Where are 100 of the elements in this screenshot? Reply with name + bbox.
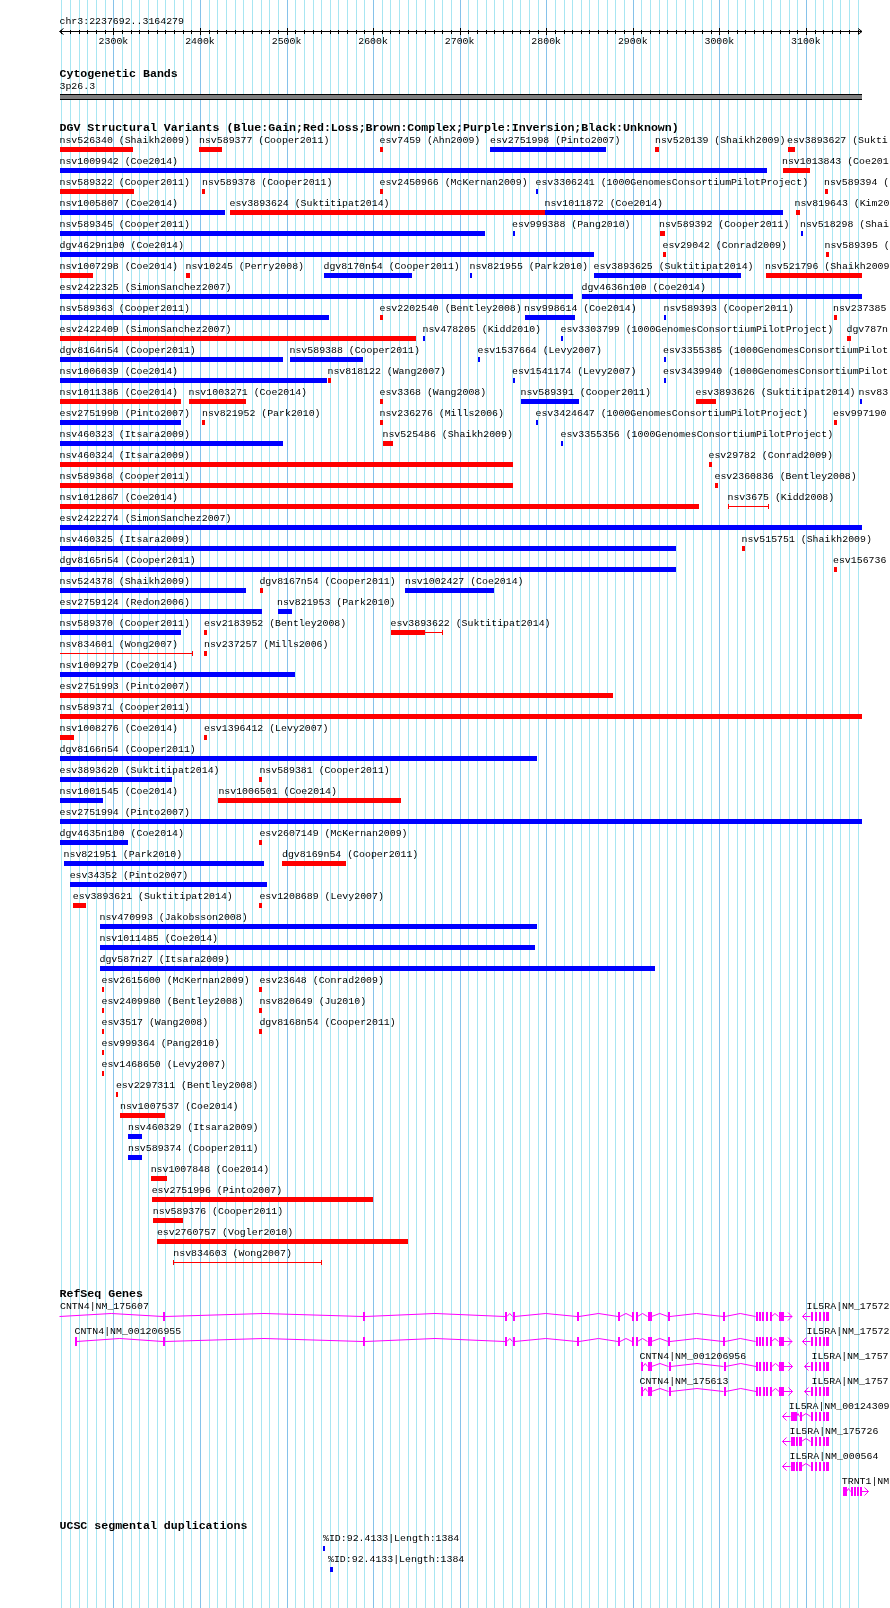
variant-label: dgv8170n54 (Cooper2011) — [323, 259, 460, 273]
variant-label: nsv521796 (Shaikh2009 — [765, 259, 890, 273]
gene-label: IL5RA|NM_1757 — [811, 1374, 889, 1388]
gene-model-drawing — [803, 1386, 829, 1398]
variant-label: esv3306241 (1000GenomesConsortiumPilotProject) — [535, 175, 809, 189]
variant-label: esv2751993 (Pinto2007) — [59, 679, 190, 693]
duplication-label: %ID:92.4133|Length:1384 — [328, 1553, 465, 1566]
variant-label: nsv524378 (Shaikh2009) — [59, 574, 190, 588]
track-title: RefSeq Genes — [59, 1287, 143, 1300]
variant-label: nsv525486 (Shaikh2009) — [382, 427, 513, 441]
ruler-tick-label: 2300k — [98, 34, 129, 48]
ruler-tick-label: 2700k — [444, 34, 475, 48]
variant-label: esv3893626 (Suktitipat2014) — [695, 385, 856, 399]
variant-label: nsv3675 (Kidd2008) — [727, 490, 835, 504]
variant-label: nsv589370 (Cooper2011) — [59, 616, 190, 630]
gene-model-drawing — [803, 1361, 829, 1373]
variant-label: nsv818122 (Wang2007) — [327, 364, 447, 378]
gene-label: CNTN4|NM_001206956 — [639, 1349, 747, 1363]
variant-label: nsv589377 (Cooper2011) — [199, 133, 330, 147]
variant-label: nsv1007298 (Coe2014) — [59, 259, 179, 273]
variant-label: nsv520139 (Shaikh2009) — [655, 133, 786, 147]
variant-label: nsv1012867 (Coe2014) — [59, 490, 179, 504]
variant-label: nsv1009942 (Coe2014) — [59, 154, 179, 168]
variant-label: esv156736 — [833, 553, 887, 567]
gene-model-drawing — [781, 1411, 829, 1423]
variant-label: nsv589378 (Cooper2011) — [202, 175, 333, 189]
gene-label: CNTN4|NM_175607 — [60, 1299, 149, 1313]
variant-label: esv3893627 (Sukti — [787, 133, 888, 147]
variant-label: dgv787n — [846, 322, 888, 336]
variant-label: nsv1007537 (Coe2014) — [120, 1099, 239, 1113]
variant-label: nsv515751 (Shaikh2009) — [741, 532, 872, 546]
variant-label: nsv83 — [858, 385, 889, 399]
variant-label: esv1208689 (Levy2007) — [259, 889, 384, 903]
gene-label: IL5RA|NM_17572 — [806, 1299, 890, 1313]
gene-label: TRNT1|NM — [841, 1474, 890, 1488]
variant-label: esv2759124 (Redon2006) — [59, 595, 190, 609]
variant-label: nsv821952 (Park2010) — [202, 406, 321, 420]
variant-label: nsv460324 (Itsara2009) — [59, 448, 190, 462]
variant-label: nsv834601 (Wong2007) — [59, 637, 179, 651]
variant-label: esv2297311 (Bentley2008) — [115, 1078, 259, 1092]
variant-label: nsv470993 (Jakobsson2008) — [99, 910, 248, 924]
variant-label: esv3439940 (1000GenomesConsortiumPilot — [663, 364, 889, 378]
variant-label: nsv237257 (Mills2006) — [204, 637, 329, 651]
variant-label: nsv1009279 (Coe2014) — [59, 658, 179, 672]
variant-label: esv1537664 (Levy2007) — [477, 343, 602, 357]
variant-label: esv2409980 (Bentley2008) — [101, 994, 244, 1008]
variant-label: nsv237385 — [833, 301, 887, 315]
variant-label: nsv1005807 (Coe2014) — [59, 196, 179, 210]
variant-label: esv2751994 (Pinto2007) — [59, 805, 190, 819]
variant-label: esv2360836 (Bentley2008) — [714, 469, 857, 483]
variant-label: nsv589376 (Cooper2011) — [152, 1204, 284, 1218]
variant-label: esv2422325 (SimonSanchez2007) — [59, 280, 232, 294]
variant-label: esv3517 (Wang2008) — [101, 1015, 209, 1029]
variant-label: esv3303799 (1000GenomesConsortiumPilotProject) — [560, 322, 834, 336]
ruler-tick-label: 3000k — [704, 34, 735, 48]
variant-label: nsv589392 (Cooper2011) — [659, 217, 790, 231]
variant-label: esv3355385 (1000GenomesConsortiumPilot — [663, 343, 889, 357]
variant-label: nsv589374 (Cooper2011) — [128, 1141, 259, 1155]
variant-label: nsv460325 (Itsara2009) — [59, 532, 190, 546]
variant-label: esv3893620 (Suktitipat2014) — [59, 763, 220, 777]
variant-label: esv3424647 (1000GenomesConsortiumPilotProject) — [535, 406, 809, 420]
variant-label: nsv589381 (Cooper2011) — [259, 763, 390, 777]
variant-label: nsv460323 (Itsara2009) — [59, 427, 190, 441]
variant-label: nsv589363 (Cooper2011) — [59, 301, 190, 315]
variant-label: nsv1008276 (Coe2014) — [59, 721, 179, 735]
variant-label: nsv1001545 (Coe2014) — [59, 784, 179, 798]
variant-label: nsv589394 ( — [824, 175, 890, 189]
variant-label: dgv8167n54 (Cooper2011) — [259, 574, 396, 588]
variant-label: nsv1006039 (Coe2014) — [59, 364, 179, 378]
gene-model-drawing — [801, 1311, 829, 1323]
variant-label: esv3355356 (1000GenomesConsortiumPilotProject) — [560, 427, 834, 441]
variant-label: esv3893622 (Suktitipat2014) — [390, 616, 551, 630]
ruler-tick-label: 2500k — [271, 34, 302, 48]
variant-label: nsv460329 (Itsara2009) — [128, 1120, 259, 1134]
variant-label: esv1468650 (Levy2007) — [101, 1057, 226, 1071]
variant-label: dgv8165n54 (Cooper2011) — [59, 553, 196, 567]
variant-label: esv7459 (Ahn2009) — [379, 133, 481, 147]
variant-label: esv2450966 (McKernan2009) — [379, 175, 528, 189]
gene-model-drawing — [801, 1336, 829, 1348]
gene-label: CNTN4|NM_001206955 — [74, 1324, 182, 1338]
variant-label: nsv1013843 (Coe201 — [782, 154, 889, 168]
variant-label: nsv589391 (Cooper2011) — [520, 385, 651, 399]
ruler-location-label: chr3:2237692..3164279 — [59, 14, 184, 28]
variant-label: nsv998614 (Coe2014) — [524, 301, 637, 315]
variant-label: nsv1007848 (Coe2014) — [150, 1162, 270, 1176]
variant-label: dgv8169n54 (Cooper2011) — [282, 847, 419, 861]
variant-label: nsv820649 (Ju2010) — [259, 994, 367, 1008]
variant-label: nsv589395 ( — [824, 238, 890, 252]
variant-label: esv2760757 (Vogler2010) — [156, 1225, 294, 1239]
variant-label: esv1541174 (Levy2007) — [512, 364, 637, 378]
variant-label: dgv4636n100 (Coe2014) — [581, 280, 706, 294]
ruler-tick-label: 2900k — [617, 34, 648, 48]
variant-label: nsv1003271 (Coe2014) — [188, 385, 308, 399]
variant-label: esv29042 (Conrad2009) — [662, 238, 787, 252]
variant-label: esv23648 (Conrad2009) — [259, 973, 384, 987]
duplication-bar — [329, 1566, 333, 1572]
variant-label: nsv821951 (Park2010) — [63, 847, 183, 861]
variant-label: nsv589368 (Cooper2011) — [59, 469, 190, 483]
variant-label: esv2422274 (SimonSanchez2007) — [59, 511, 232, 525]
gene-label: IL5RA|NM_17572 — [806, 1324, 890, 1338]
